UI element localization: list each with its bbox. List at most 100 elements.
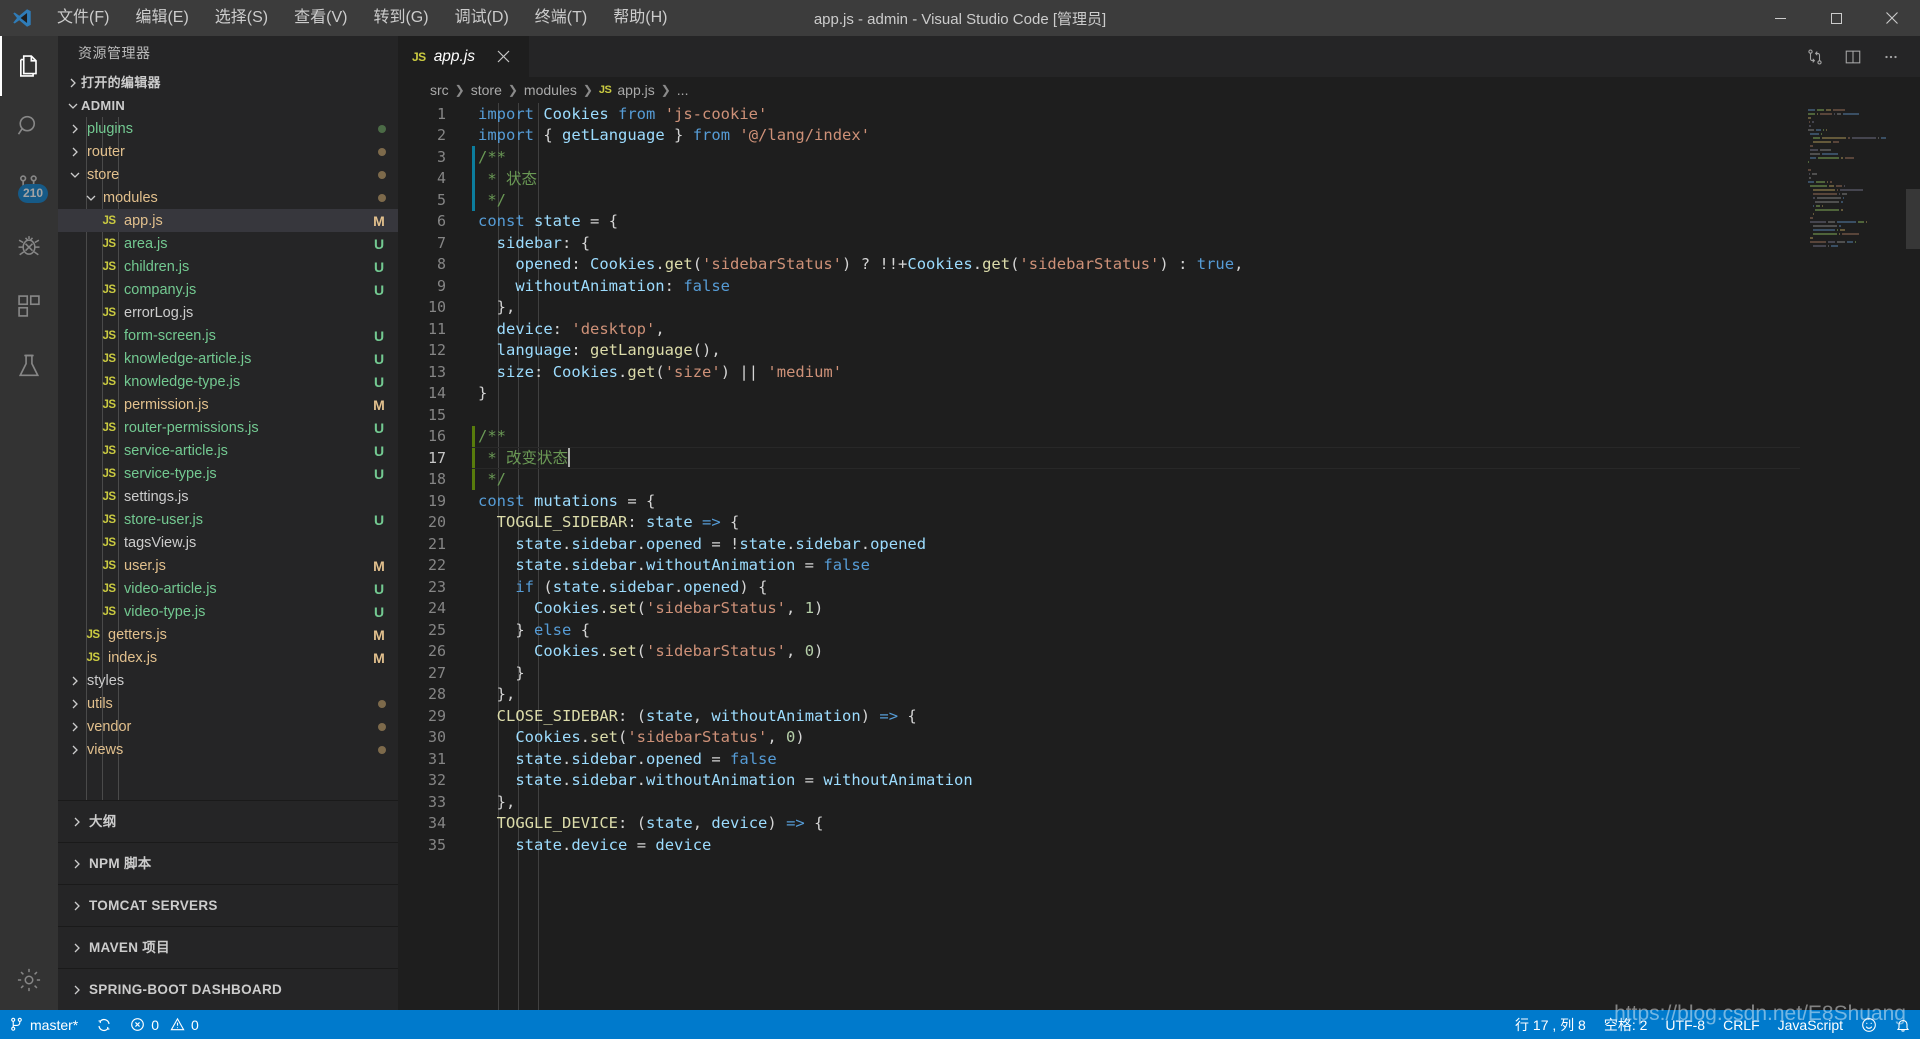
section-project-admin[interactable]: ADMIN	[58, 94, 398, 117]
menu-selection[interactable]: 选择(S)	[202, 0, 281, 36]
tree-file-errorLog.js[interactable]: JS errorLog.js	[58, 301, 398, 324]
code-line-11[interactable]: 11 device: 'desktop',	[398, 318, 1800, 340]
status-cursor-position[interactable]: 行 17 , 列 8	[1506, 1010, 1595, 1039]
code-line-27[interactable]: 27 }	[398, 662, 1800, 684]
activity-debug[interactable]	[0, 216, 58, 276]
chevron-down-icon[interactable]	[66, 169, 83, 181]
code-line-6[interactable]: 6 const state = {	[398, 211, 1800, 233]
tree-folder-vendor[interactable]: vendor	[58, 715, 398, 738]
tree-file-getters.js[interactable]: JS getters.js M	[58, 623, 398, 646]
status-encoding[interactable]: UTF-8	[1656, 1010, 1714, 1039]
activity-manage-settings[interactable]	[0, 950, 58, 1010]
split-editor-icon[interactable]	[1836, 40, 1870, 74]
compare-changes-icon[interactable]	[1798, 40, 1832, 74]
status-branch[interactable]: master*	[0, 1010, 87, 1039]
chevron-right-icon[interactable]	[66, 698, 83, 710]
code-line-34[interactable]: 34 TOGGLE_DEVICE: (state, device) => {	[398, 813, 1800, 835]
breadcrumb-item[interactable]: store	[471, 82, 502, 98]
tree-file-router-permissions.js[interactable]: JS router-permissions.js U	[58, 416, 398, 439]
code-line-22[interactable]: 22 state.sidebar.withoutAnimation = fals…	[398, 555, 1800, 577]
tree-file-knowledge-type.js[interactable]: JS knowledge-type.js U	[58, 370, 398, 393]
tree-file-area.js[interactable]: JS area.js U	[58, 232, 398, 255]
menu-go[interactable]: 转到(G)	[360, 0, 441, 36]
code-line-10[interactable]: 10 },	[398, 297, 1800, 319]
ellipsis-icon[interactable]	[1874, 40, 1908, 74]
code-line-26[interactable]: 26 Cookies.set('sidebarStatus', 0)	[398, 641, 1800, 663]
section-npm-scripts[interactable]: NPM 脚本	[58, 842, 398, 884]
code-line-15[interactable]: 15	[398, 404, 1800, 426]
tree-file-service-article.js[interactable]: JS service-article.js U	[58, 439, 398, 462]
code-line-16[interactable]: 16 /**	[398, 425, 1800, 447]
tree-file-index.js[interactable]: JS index.js M	[58, 646, 398, 669]
code-editor[interactable]: 1 import Cookies from 'js-cookie' 2 import …	[398, 103, 1920, 1010]
minimap[interactable]	[1800, 103, 1920, 1010]
tree-folder-router[interactable]: router	[58, 140, 398, 163]
tree-file-user.js[interactable]: JS user.js M	[58, 554, 398, 577]
chevron-down-icon[interactable]	[82, 192, 99, 204]
section-tomcat-servers[interactable]: TOMCAT SERVERS	[58, 884, 398, 926]
code-line-2[interactable]: 2 import { getLanguage } from '@/lang/ind…	[398, 125, 1800, 147]
code-line-23[interactable]: 23 if (state.sidebar.opened) {	[398, 576, 1800, 598]
code-line-32[interactable]: 32 state.sidebar.withoutAnimation = with…	[398, 770, 1800, 792]
tree-file-video-article.js[interactable]: JS video-article.js U	[58, 577, 398, 600]
close-button[interactable]	[1864, 0, 1920, 36]
activity-explorer[interactable]	[0, 36, 58, 96]
code-line-21[interactable]: 21 state.sidebar.opened = !state.sidebar…	[398, 533, 1800, 555]
code-line-3[interactable]: 3 /**	[398, 146, 1800, 168]
section-outline[interactable]: 大纲	[58, 800, 398, 842]
window-controls[interactable]	[1752, 0, 1920, 36]
activity-source-control[interactable]: 210	[0, 156, 58, 216]
code-lines-container[interactable]: 1 import Cookies from 'js-cookie' 2 import …	[398, 103, 1800, 1010]
code-line-29[interactable]: 29 CLOSE_SIDEBAR: (state, withoutAnimati…	[398, 705, 1800, 727]
code-line-8[interactable]: 8 opened: Cookies.get('sidebarStatus') ?…	[398, 254, 1800, 276]
maximize-button[interactable]	[1808, 0, 1864, 36]
tree-folder-plugins[interactable]: plugins	[58, 117, 398, 140]
chevron-right-icon[interactable]	[66, 146, 83, 158]
tree-folder-utils[interactable]: utils	[58, 692, 398, 715]
code-line-28[interactable]: 28 },	[398, 684, 1800, 706]
breadcrumb-item[interactable]: modules	[524, 82, 577, 98]
breadcrumb-item[interactable]: src	[430, 82, 449, 98]
menu-terminal[interactable]: 终端(T)	[522, 0, 600, 36]
tree-folder-modules[interactable]: modules	[58, 186, 398, 209]
breadcrumb-item[interactable]: ...	[677, 82, 689, 98]
tree-file-video-type.js[interactable]: JS video-type.js U	[58, 600, 398, 623]
tree-folder-styles[interactable]: styles	[58, 669, 398, 692]
file-tree[interactable]: plugins router store modules JS app.js M JS area…	[58, 117, 398, 800]
tree-file-company.js[interactable]: JS company.js U	[58, 278, 398, 301]
code-line-19[interactable]: 19 const mutations = {	[398, 490, 1800, 512]
status-language-mode[interactable]: JavaScript	[1769, 1010, 1852, 1039]
status-feedback[interactable]	[1852, 1010, 1886, 1039]
tree-file-children.js[interactable]: JS children.js U	[58, 255, 398, 278]
menu-bar[interactable]: 文件(F) 编辑(E) 选择(S) 查看(V) 转到(G) 调试(D) 终端(T…	[44, 0, 680, 36]
activity-extensions[interactable]	[0, 276, 58, 336]
chevron-right-icon[interactable]	[66, 721, 83, 733]
code-line-20[interactable]: 20 TOGGLE_SIDEBAR: state => {	[398, 512, 1800, 534]
code-line-9[interactable]: 9 withoutAnimation: false	[398, 275, 1800, 297]
section-open-editors[interactable]: 打开的编辑器	[58, 71, 398, 94]
code-line-1[interactable]: 1 import Cookies from 'js-cookie'	[398, 103, 1800, 125]
menu-view[interactable]: 查看(V)	[281, 0, 360, 36]
chevron-right-icon[interactable]	[66, 123, 83, 135]
status-eol[interactable]: CRLF	[1714, 1010, 1769, 1039]
tree-file-service-type.js[interactable]: JS service-type.js U	[58, 462, 398, 485]
menu-edit[interactable]: 编辑(E)	[122, 0, 201, 36]
chevron-right-icon[interactable]	[66, 675, 83, 687]
code-line-12[interactable]: 12 language: getLanguage(),	[398, 340, 1800, 362]
breadcrumb-item[interactable]: app.js	[617, 82, 654, 98]
status-sync[interactable]	[87, 1010, 121, 1039]
close-icon[interactable]	[497, 50, 517, 63]
code-line-14[interactable]: 14}	[398, 383, 1800, 405]
tree-file-app.js[interactable]: JS app.js M	[58, 209, 398, 232]
code-line-33[interactable]: 33 },	[398, 791, 1800, 813]
code-line-7[interactable]: 7 sidebar: {	[398, 232, 1800, 254]
code-line-35[interactable]: 35 state.device = device	[398, 834, 1800, 856]
editor-scrollbar-thumb[interactable]	[1906, 189, 1920, 249]
code-line-24[interactable]: 24 Cookies.set('sidebarStatus', 1)	[398, 598, 1800, 620]
tree-file-tagsView.js[interactable]: JS tagsView.js	[58, 531, 398, 554]
chevron-right-icon[interactable]	[66, 744, 83, 756]
code-line-25[interactable]: 25 } else {	[398, 619, 1800, 641]
code-line-17[interactable]: 17 * 改变状态	[398, 447, 1800, 469]
minimize-button[interactable]	[1752, 0, 1808, 36]
code-line-30[interactable]: 30 Cookies.set('sidebarStatus', 0)	[398, 727, 1800, 749]
